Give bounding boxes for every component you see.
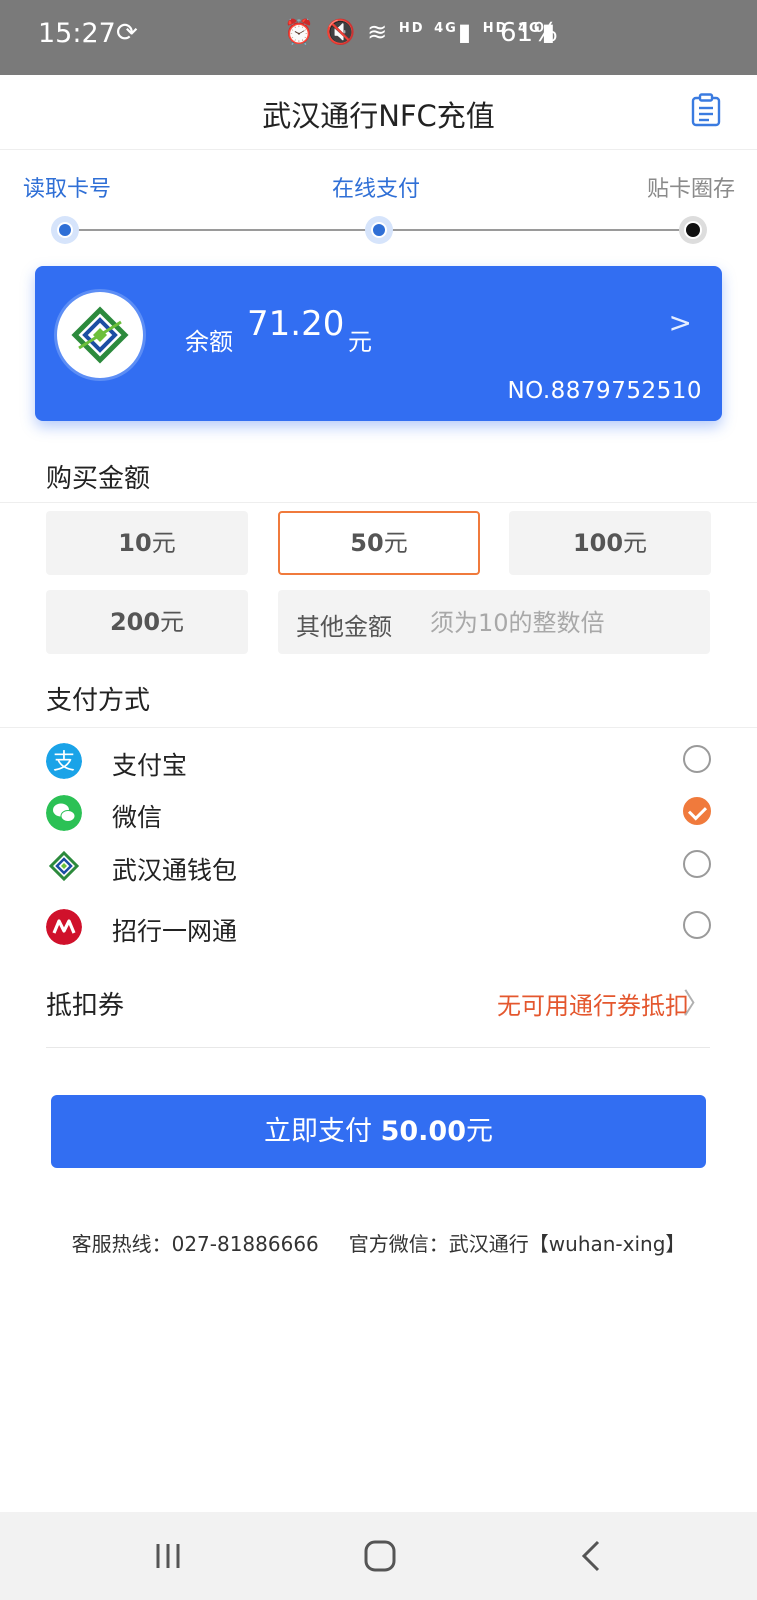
amount-value: 10	[118, 529, 152, 557]
alipay-icon: 支	[46, 743, 82, 779]
payment-option-wuhantong-wallet[interactable]: 武汉通钱包	[0, 839, 757, 893]
amount-option-100[interactable]: 100元	[509, 511, 711, 575]
network-label-1: 4G	[434, 21, 458, 36]
divider	[0, 727, 757, 728]
coupon-value[interactable]: 无可用通行券抵扣	[497, 986, 689, 1021]
cmb-icon	[46, 909, 82, 945]
divider	[0, 502, 757, 503]
balance-unit: 元	[348, 328, 372, 356]
amount-unit: 元	[151, 529, 176, 557]
balance-label: 余额	[185, 328, 233, 356]
amount-option-50[interactable]: 50元	[278, 511, 480, 575]
payment-option-wechat[interactable]: 微信	[0, 786, 757, 840]
pay-now-button[interactable]: 立即支付 50.00元	[51, 1095, 706, 1168]
sync-icon: ⟳	[116, 18, 138, 48]
other-amount-label: 其他金额	[296, 613, 392, 641]
radio-button-checked[interactable]	[683, 797, 711, 825]
page-title: 武汉通行NFC充值	[262, 99, 495, 133]
amount-unit: 元	[160, 608, 185, 636]
amount-value: 100	[572, 529, 624, 557]
step-label-online-pay: 在线支付	[332, 177, 421, 202]
pay-button-prefix: 立即支付	[264, 1116, 372, 1147]
payment-label: 微信	[112, 803, 163, 832]
hd-label-1: HD	[398, 21, 425, 36]
step-label-read-card: 读取卡号	[23, 177, 112, 202]
amount-value: 200	[109, 608, 161, 636]
step-dot-2	[365, 216, 393, 244]
step-connector	[392, 229, 680, 231]
amount-option-200[interactable]: 200元	[46, 590, 248, 654]
step-label-tap-card: 贴卡圈存	[646, 177, 735, 202]
signal-icon: ▮	[457, 18, 474, 46]
wuhantong-wallet-icon	[48, 850, 80, 882]
payment-option-alipay[interactable]: 支 支付宝	[0, 734, 757, 788]
card-balance-panel[interactable]: 余额 71.20 元 > NO.8879752510	[35, 266, 722, 421]
alarm-icon: ⏰	[284, 18, 316, 46]
amount-unit: 元	[383, 529, 408, 557]
other-amount-field[interactable]: 其他金额	[278, 590, 710, 654]
app-header: 武汉通行NFC充值	[0, 75, 757, 150]
official-wechat: 官方微信：武汉通行【wuhan-xing】	[348, 1232, 686, 1256]
amount-unit: 元	[623, 529, 648, 557]
radio-button[interactable]	[683, 850, 711, 878]
radio-button[interactable]	[683, 911, 711, 939]
payment-label: 支付宝	[112, 751, 188, 780]
status-bar: 15:27 ⟳ ⏰ 🔇 ≋ HD 4G▮ HD 4G▮ 61%	[0, 0, 757, 75]
wuhantong-logo-icon	[57, 292, 143, 378]
recent-apps-icon[interactable]	[146, 1534, 190, 1578]
divider	[46, 1047, 710, 1048]
amount-value: 50	[350, 529, 384, 557]
service-hotline: 客服热线：027-81886666	[71, 1232, 319, 1256]
amount-option-10[interactable]: 10元	[46, 511, 248, 575]
chevron-right-icon[interactable]: >	[669, 306, 692, 339]
wifi-icon: ≋	[367, 18, 390, 46]
status-time: 15:27	[38, 18, 116, 49]
step-dot-1	[51, 216, 79, 244]
system-nav-bar	[0, 1512, 757, 1600]
radio-button[interactable]	[683, 745, 711, 773]
pay-button-amount: 50.00	[380, 1116, 466, 1147]
payment-option-cmb[interactable]: 招行一网通	[0, 900, 757, 954]
wechat-icon	[46, 795, 82, 831]
svg-text:支: 支	[53, 750, 75, 775]
other-amount-input[interactable]	[428, 600, 702, 646]
payment-label: 武汉通钱包	[112, 856, 238, 885]
home-icon[interactable]	[358, 1534, 402, 1578]
step-connector	[78, 229, 366, 231]
coupon-label: 抵扣券	[46, 991, 125, 1021]
purchase-amount-title: 购买金额	[46, 464, 151, 494]
step-dot-3	[679, 216, 707, 244]
card-number: NO.8879752510	[507, 378, 702, 404]
battery-level: 61%	[500, 18, 558, 48]
clipboard-icon[interactable]	[691, 93, 721, 127]
mute-icon: 🔇	[325, 18, 358, 46]
chevron-right-icon[interactable]: 〉	[683, 982, 711, 1022]
pay-button-unit: 元	[466, 1116, 493, 1147]
balance-value: 71.20	[247, 304, 345, 344]
footer-info: 客服热线：027-81886666 官方微信：武汉通行【wuhan-xing】	[0, 1228, 757, 1257]
back-icon[interactable]	[570, 1534, 614, 1578]
payment-label: 招行一网通	[112, 917, 238, 946]
payment-method-title: 支付方式	[46, 686, 151, 716]
